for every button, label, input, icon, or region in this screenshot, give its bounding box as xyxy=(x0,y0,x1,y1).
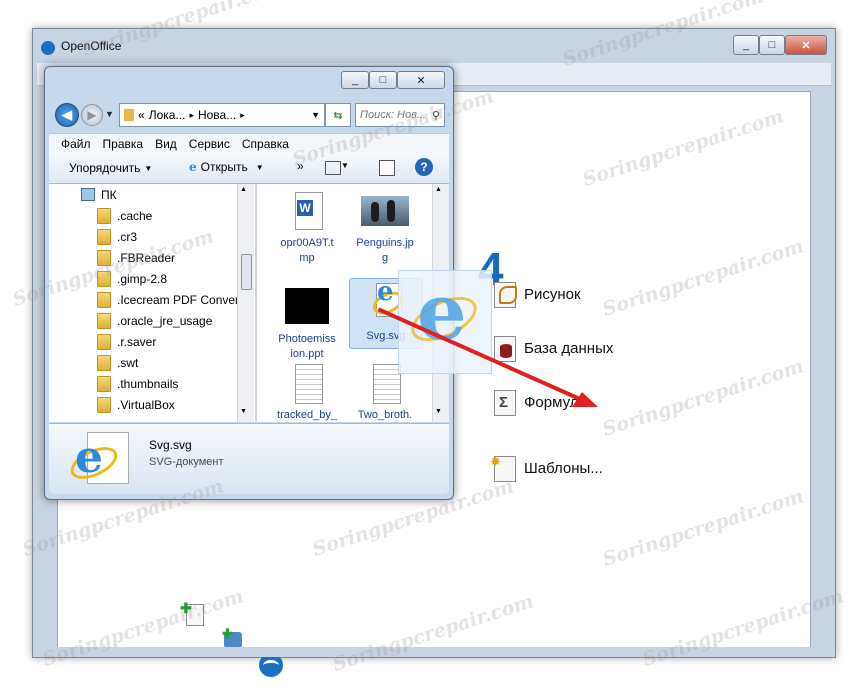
drag-arrow xyxy=(378,308,598,407)
